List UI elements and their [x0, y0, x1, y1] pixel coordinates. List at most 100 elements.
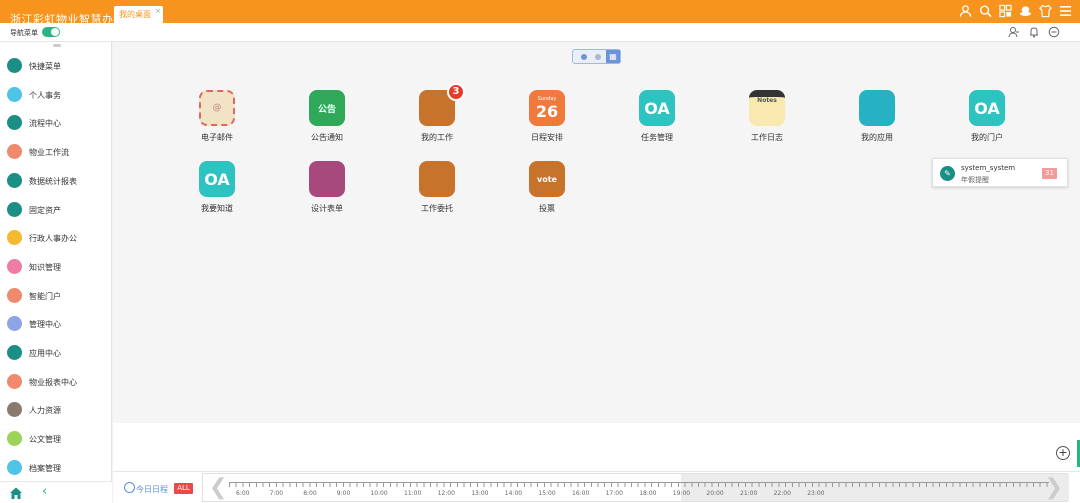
bottom-panel: + [113, 423, 1080, 471]
desktop-app[interactable]: OA 我的门户 [947, 90, 1027, 160]
sidebar-item[interactable]: 物业工作流 [0, 137, 112, 165]
doc-icon [7, 316, 22, 332]
minus-circle-icon[interactable] [1048, 26, 1060, 38]
sidebar-item-label: 行政人事办公 [29, 234, 77, 244]
upload-icon [7, 115, 22, 131]
tab-close-icon[interactable]: × [155, 7, 161, 15]
sidebar-item-label: 档案管理 [29, 463, 61, 473]
timeline-hour-label: 20:00 [706, 490, 724, 497]
menu-icon[interactable] [1059, 4, 1072, 18]
apps-icon[interactable] [859, 90, 895, 126]
view-dot-2[interactable] [595, 54, 601, 60]
notice-icon[interactable]: 公告 [309, 90, 345, 126]
desktop-app[interactable]: 设计表单 [287, 161, 367, 231]
sidebar-item-label: 管理中心 [29, 320, 61, 330]
timeline-hour-label: 14:00 [504, 490, 523, 497]
sidebar-item-label: 流程中心 [29, 119, 61, 129]
sidebar-scroll-up[interactable] [53, 44, 61, 47]
app-label: 工作日志 [751, 133, 783, 142]
sidebar-item-label: 智能门户 [29, 291, 61, 301]
home-icon[interactable] [9, 486, 23, 500]
timeline-hour-label: 15:00 [538, 490, 556, 497]
timeline-hour-label: 12:00 [437, 490, 455, 497]
timeline-hour-label: 11:00 [404, 490, 422, 497]
delegate-icon[interactable] [419, 161, 455, 197]
oa-icon[interactable]: OA [969, 90, 1005, 126]
sidebar-item[interactable]: 应用中心 [0, 338, 112, 366]
oa-icon[interactable]: OA [639, 90, 675, 126]
app-label: 工作委托 [421, 204, 453, 213]
form-icon[interactable] [309, 161, 345, 197]
tab-my-desktop[interactable]: 我的桌面 × [114, 6, 163, 23]
calendar-icon[interactable]: Sunday 26 [529, 90, 565, 126]
timeline-hour-label: 7:00 [269, 490, 284, 497]
desktop-app[interactable]: 3 我的工作 [397, 83, 477, 160]
desktop-app[interactable]: OA 任务管理 [617, 90, 697, 160]
nav-menu-toggle[interactable] [42, 27, 60, 37]
collapse-sidebar-icon[interactable]: ‹ [42, 484, 47, 499]
desktop-app[interactable]: OA 我要知道 [177, 161, 257, 231]
app-label: 我的工作 [421, 133, 453, 142]
vote-icon[interactable]: vote [529, 161, 565, 197]
sidebar-item[interactable]: 物业报表中心 [0, 367, 112, 395]
oa-icon[interactable]: OA [199, 161, 235, 197]
sidebar-item[interactable]: 行政人事办公 [0, 223, 112, 251]
timeline-prev-icon[interactable]: ❮ [209, 475, 227, 501]
tab-label: 我的桌面 [119, 10, 151, 19]
desktop-app[interactable]: Sunday 26 日程安排 [507, 90, 587, 160]
sidebar-item-label: 快捷菜单 [29, 62, 61, 71]
timeline-next-icon[interactable]: ❯ [1045, 475, 1063, 501]
sidebar-item[interactable]: 流程中心 [0, 108, 112, 136]
sidebar-item[interactable]: 公文管理 [0, 424, 112, 452]
desktop-app[interactable]: 公告 公告通知 [287, 90, 367, 160]
sub-icons [1008, 26, 1060, 38]
contacts-icon[interactable] [1008, 26, 1020, 38]
notes-icon[interactable]: Notes [749, 90, 785, 126]
sidebar-item[interactable]: 个人事务 [0, 80, 112, 108]
hat-icon[interactable] [1019, 4, 1032, 18]
app-label: 我的门户 [971, 133, 1003, 142]
ie-icon [7, 172, 22, 188]
sidebar-item[interactable]: 管理中心 [0, 309, 112, 337]
sub-bar: 导航菜单 [0, 23, 1080, 42]
search-icon[interactable] [979, 4, 992, 18]
sidebar-item[interactable]: 智能门户 [0, 281, 112, 309]
desktop-app[interactable]: 我的应用 [837, 90, 917, 160]
today-schedule-label[interactable]: 今日日程 [136, 484, 168, 495]
desktop-app[interactable]: vote 投票 [507, 161, 587, 231]
pen-icon [7, 345, 22, 360]
email-icon[interactable]: @ [199, 90, 235, 126]
desktop-app[interactable]: Notes 工作日志 [727, 90, 807, 160]
sidebar-footer: ‹ [0, 481, 112, 503]
sidebar-item[interactable]: 固定资产 [0, 195, 112, 223]
grid-view-icon[interactable]: ▦ [606, 50, 620, 63]
user-icon[interactable] [959, 4, 972, 18]
app-label: 任务管理 [641, 133, 673, 142]
app-label: 电子邮件 [201, 133, 233, 142]
timeline[interactable]: ❮ ❯ 6:00 7:00 8:00 9:00 10:00 11:00 12:00 13:00… [202, 473, 1069, 502]
shirt-icon[interactable] [1039, 4, 1052, 18]
sidebar-item[interactable]: 知识管理 [0, 252, 112, 280]
reminder-notice[interactable]: ✎ system_system 年假提醒 31 [932, 158, 1068, 187]
bars-icon [7, 402, 22, 418]
grid-icon[interactable] [999, 4, 1012, 18]
bell-icon[interactable] [1028, 26, 1040, 38]
view-switcher[interactable]: ▦ [572, 49, 621, 64]
sidebar-item[interactable]: 人力资源 [0, 395, 112, 423]
sidebar-item-label: 物业工作流 [29, 148, 69, 158]
desktop-app[interactable]: 工作委托 [397, 161, 477, 231]
sidebar-item[interactable]: 快捷菜单 [0, 51, 112, 79]
desktop-area: ▦ @ 电子邮件 公告 公告通知 3 我的工作 Sunday 26 日程安排 OA 任务管理 Note… [113, 42, 1080, 423]
app-icon-glyph: 公告 [317, 104, 336, 115]
schedule-bar: 今日日程 ALL ❮ ❯ 6:00 7:00 8:00 9:00 10:00 11:00 1… [113, 471, 1080, 503]
desktop-app[interactable]: @ 电子邮件 [177, 90, 257, 160]
timeline-hour-label: 6:00 [236, 490, 250, 497]
sidebar-item-label: 个人事务 [29, 90, 61, 100]
all-button[interactable]: ALL [174, 483, 193, 494]
sidebar-item[interactable]: 档案管理 [0, 453, 112, 481]
timeline-hour-label: 10:00 [370, 490, 388, 497]
view-dot-1[interactable] [581, 54, 587, 60]
sidebar-item[interactable]: 数据统计报表 [0, 166, 112, 194]
ie-icon [7, 201, 22, 217]
add-button[interactable]: + [1056, 446, 1070, 460]
